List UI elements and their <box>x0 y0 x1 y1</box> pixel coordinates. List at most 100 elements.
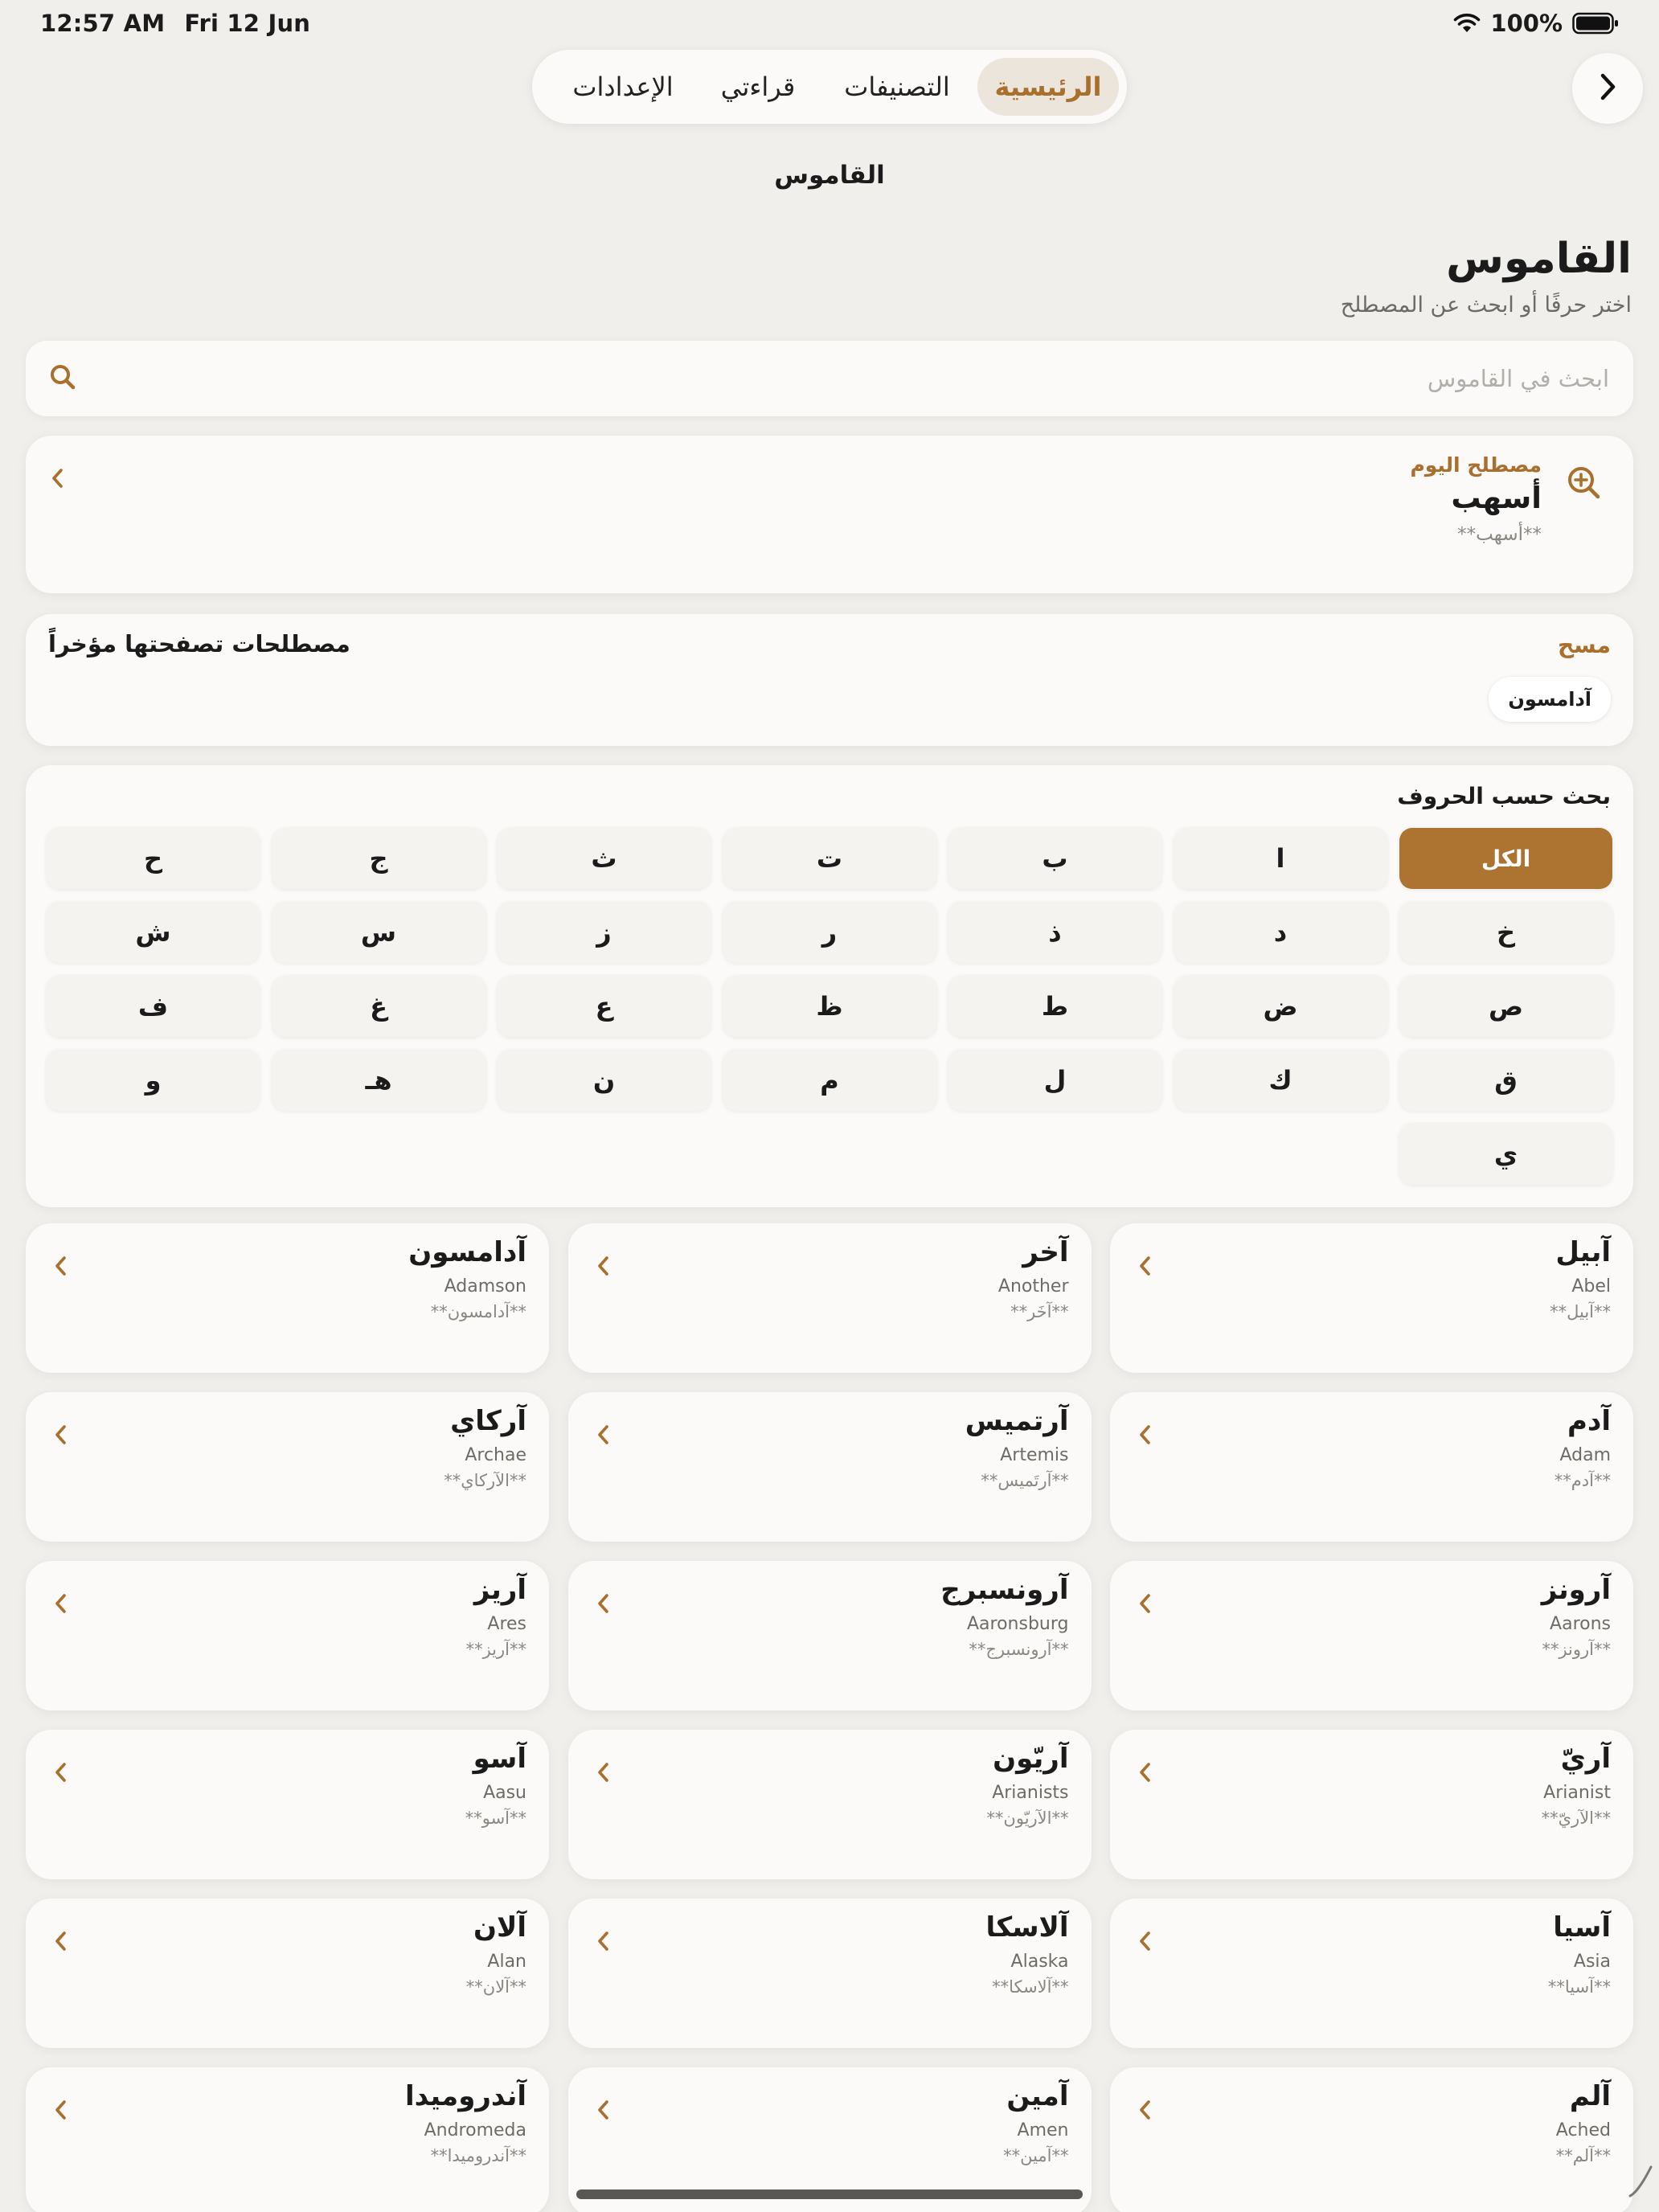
letter-button[interactable]: ذ <box>948 902 1161 963</box>
term-of-the-day-card[interactable]: مصطلح اليوم أسهب **أسهب** <box>26 436 1633 593</box>
term-arabic: آلاسكا <box>985 1911 1069 1944</box>
wifi-icon <box>1453 13 1481 34</box>
term-card[interactable]: آرونسبرج Aaronsburg **آرونسبرج** <box>567 1561 1092 1710</box>
chevron-left-icon <box>1137 1254 1153 1281</box>
letter-button[interactable]: م <box>723 1050 936 1111</box>
recent-term-chip[interactable]: آدامسون <box>1489 677 1611 722</box>
chevron-left-icon <box>50 466 66 494</box>
letter-button[interactable]: ا <box>1174 828 1387 889</box>
recent-terms-card: مصطلحات تصفحتها مؤخراً مسح آدامسون <box>26 614 1633 746</box>
back-button[interactable] <box>1572 53 1643 124</box>
letter-button[interactable]: ي <box>1399 1124 1612 1185</box>
letter-button[interactable]: غ <box>272 976 485 1037</box>
term-english: Asia <box>1573 1952 1611 1972</box>
letter-all-button[interactable]: الكل <box>1399 828 1612 889</box>
term-arabic: آندروميدا <box>405 2080 526 2112</box>
chevron-left-icon <box>53 1929 69 1956</box>
term-definition: **آدامسون** <box>430 1302 526 1321</box>
term-card[interactable]: آركاي Archae **الآركاي** <box>26 1392 549 1542</box>
letter-button[interactable]: ع <box>498 976 711 1037</box>
letter-button[interactable]: ظ <box>723 976 936 1037</box>
term-arabic: آدم <box>1567 1405 1611 1437</box>
term-arabic: آسو <box>473 1743 526 1775</box>
term-definition: **آرونز** <box>1542 1640 1611 1659</box>
term-card[interactable]: آرونز Aarons **آرونز** <box>1110 1561 1633 1710</box>
term-card[interactable]: آبيل Abel **آبيل** <box>1110 1223 1633 1373</box>
letter-button[interactable]: ض <box>1174 976 1387 1037</box>
letter-button[interactable]: ح <box>47 828 260 889</box>
term-arabic: آبيل <box>1555 1236 1611 1268</box>
term-card[interactable]: آسو Aasu **آسو** <box>26 1730 549 1879</box>
letter-button[interactable]: ت <box>723 828 936 889</box>
status-date: Fri 12 Jun <box>184 10 311 37</box>
term-card[interactable]: آلان Alan **آلان** <box>26 1899 549 2048</box>
term-card[interactable]: آسيا Asia **آسيا** <box>1110 1899 1633 2048</box>
letter-button[interactable]: ف <box>47 976 260 1037</box>
term-card[interactable]: آلاسكا Alaska **آلاسكا** <box>567 1899 1092 2048</box>
search-input[interactable] <box>84 341 1633 416</box>
chevron-left-icon <box>1137 2098 1153 2125</box>
letter-button[interactable]: ط <box>948 976 1161 1037</box>
term-card[interactable]: آريّ Arianist **الآريّ** <box>1110 1730 1633 1879</box>
chevron-left-icon <box>53 1760 69 1788</box>
recent-terms-title: مصطلحات تصفحتها مؤخراً <box>48 630 350 657</box>
chevron-left-icon <box>596 1423 612 1450</box>
nav-title: القاموس <box>774 161 885 190</box>
term-english: Another <box>997 1276 1069 1296</box>
tab-categories[interactable]: التصنيفات <box>817 58 977 116</box>
letter-button[interactable]: ز <box>498 902 711 963</box>
letter-button[interactable]: ك <box>1174 1050 1387 1111</box>
letter-button[interactable]: ن <box>498 1050 711 1111</box>
status-time: 12:57 AM <box>40 10 166 37</box>
tab-home[interactable]: الرئيسية <box>977 58 1119 116</box>
letter-button[interactable]: ص <box>1399 976 1612 1037</box>
term-of-the-day-label: مصطلح اليوم <box>1410 453 1542 477</box>
chevron-right-icon <box>1596 71 1620 106</box>
term-definition: **آلان** <box>465 1977 526 1997</box>
term-card[interactable]: آدامسون Adamson **آدامسون** <box>26 1223 549 1373</box>
term-card[interactable]: آخر Another **آخَر** <box>567 1223 1092 1373</box>
letter-button[interactable]: ب <box>948 828 1161 889</box>
chevron-left-icon <box>53 2098 69 2125</box>
chevron-left-icon <box>1137 1423 1153 1450</box>
chevron-left-icon <box>53 1254 69 1281</box>
tab-my-reading[interactable]: قراءتي <box>699 58 817 116</box>
term-english: Ares <box>487 1614 526 1634</box>
term-arabic: آلم <box>1569 2080 1611 2112</box>
letter-button[interactable]: ث <box>498 828 711 889</box>
term-english: Alaska <box>1010 1952 1069 1972</box>
term-english: Aaronsburg <box>967 1614 1069 1634</box>
chevron-left-icon <box>596 1591 612 1619</box>
letter-button[interactable]: ق <box>1399 1050 1612 1111</box>
term-card[interactable]: آلم Ached **آلم** <box>1110 2067 1633 2212</box>
letter-button[interactable]: خ <box>1399 902 1612 963</box>
main-tabs: الرئيسية التصنيفات قراءتي الإعدادات <box>532 50 1127 124</box>
term-card[interactable]: آريّون Arianists **الآريّون** <box>567 1730 1092 1879</box>
letter-button[interactable]: د <box>1174 902 1387 963</box>
letter-filter-title: بحث حسب الحروف <box>1397 783 1611 809</box>
term-english: Ached <box>1555 2120 1611 2140</box>
term-arabic: آخر <box>1022 1236 1069 1268</box>
letter-button[interactable]: س <box>272 902 485 963</box>
letter-button[interactable]: و <box>47 1050 260 1111</box>
term-card[interactable]: آرتميس Artemis **آرتَميس** <box>567 1392 1092 1542</box>
clear-recent-button[interactable]: مسح <box>1558 632 1611 658</box>
term-card[interactable]: آدم Adam **آدم** <box>1110 1392 1633 1542</box>
letter-grid: الكل ا ب ت ث ج ح خ د ذ ر ز س ش ص ض ط ظ ع… <box>47 828 1612 1185</box>
letter-button[interactable]: ج <box>272 828 485 889</box>
letter-button[interactable]: هـ <box>272 1050 485 1111</box>
term-card[interactable]: آندروميدا Andromeda **آندروميدا** <box>26 2067 549 2212</box>
term-arabic: آرونز <box>1541 1574 1611 1606</box>
tab-settings[interactable]: الإعدادات <box>547 58 699 116</box>
letter-button[interactable]: ل <box>948 1050 1161 1111</box>
search-icon <box>48 363 80 395</box>
status-time-date: 12:57 AM Fri 12 Jun <box>40 10 310 37</box>
letter-button[interactable]: ر <box>723 902 936 963</box>
term-definition: **آلاسكا** <box>992 1977 1069 1997</box>
zoom-in-icon <box>1566 465 1603 505</box>
letter-button[interactable]: ش <box>47 902 260 963</box>
term-definition: **آندروميدا** <box>430 2146 526 2165</box>
chevron-left-icon <box>53 1423 69 1450</box>
term-card[interactable]: آريز Ares **آريز** <box>26 1561 549 1710</box>
chevron-left-icon <box>1137 1591 1153 1619</box>
